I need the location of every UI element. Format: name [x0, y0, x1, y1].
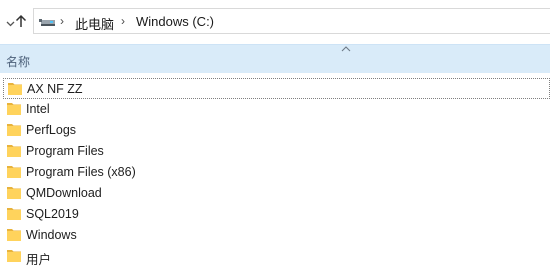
file-name: 用户 — [26, 253, 52, 267]
folder-icon — [7, 102, 21, 118]
file-name: QMDownload — [26, 186, 102, 200]
folder-icon — [7, 165, 21, 181]
file-name: Intel — [26, 102, 50, 116]
list-item[interactable]: Program Files — [3, 141, 550, 162]
breadcrumb-separator: › — [60, 14, 64, 28]
list-item[interactable]: Windows — [3, 225, 550, 246]
file-name: Windows — [26, 228, 77, 242]
breadcrumb-this-pc[interactable]: 此电脑 — [75, 14, 114, 33]
list-item[interactable]: AX NF ZZ — [3, 78, 550, 99]
folder-icon — [7, 144, 21, 160]
column-header-name[interactable]: 名称 — [6, 53, 30, 70]
list-item[interactable]: Intel — [3, 99, 550, 120]
list-item[interactable]: SQL2019 — [3, 204, 550, 225]
list-item[interactable]: Program Files (x86) — [3, 162, 550, 183]
up-arrow-icon — [15, 14, 27, 31]
this-pc-icon — [39, 15, 57, 32]
sort-ascending-icon — [340, 42, 352, 56]
navigation-bar: › 此电脑 › Windows (C:) — [0, 0, 550, 44]
list-item[interactable]: 用户 — [3, 246, 550, 267]
file-name: SQL2019 — [26, 207, 79, 221]
list-item[interactable]: QMDownload — [3, 183, 550, 204]
breadcrumb-separator: › — [121, 14, 125, 28]
column-header-row: 名称 — [0, 44, 550, 73]
breadcrumb-windows-c[interactable]: Windows (C:) — [136, 14, 214, 29]
folder-icon — [7, 186, 21, 202]
folder-icon — [7, 249, 21, 265]
folder-icon — [7, 228, 21, 244]
folder-icon — [7, 123, 21, 139]
folder-icon — [7, 207, 21, 223]
address-bar[interactable]: › 此电脑 › Windows (C:) — [33, 8, 550, 34]
file-name: PerfLogs — [26, 123, 77, 137]
file-name: AX NF ZZ — [27, 82, 83, 96]
list-item[interactable]: PerfLogs — [3, 120, 550, 141]
up-button[interactable] — [13, 14, 29, 30]
folder-icon — [8, 82, 22, 98]
file-name: Program Files (x86) — [26, 165, 136, 179]
file-name: Program Files — [26, 144, 104, 158]
